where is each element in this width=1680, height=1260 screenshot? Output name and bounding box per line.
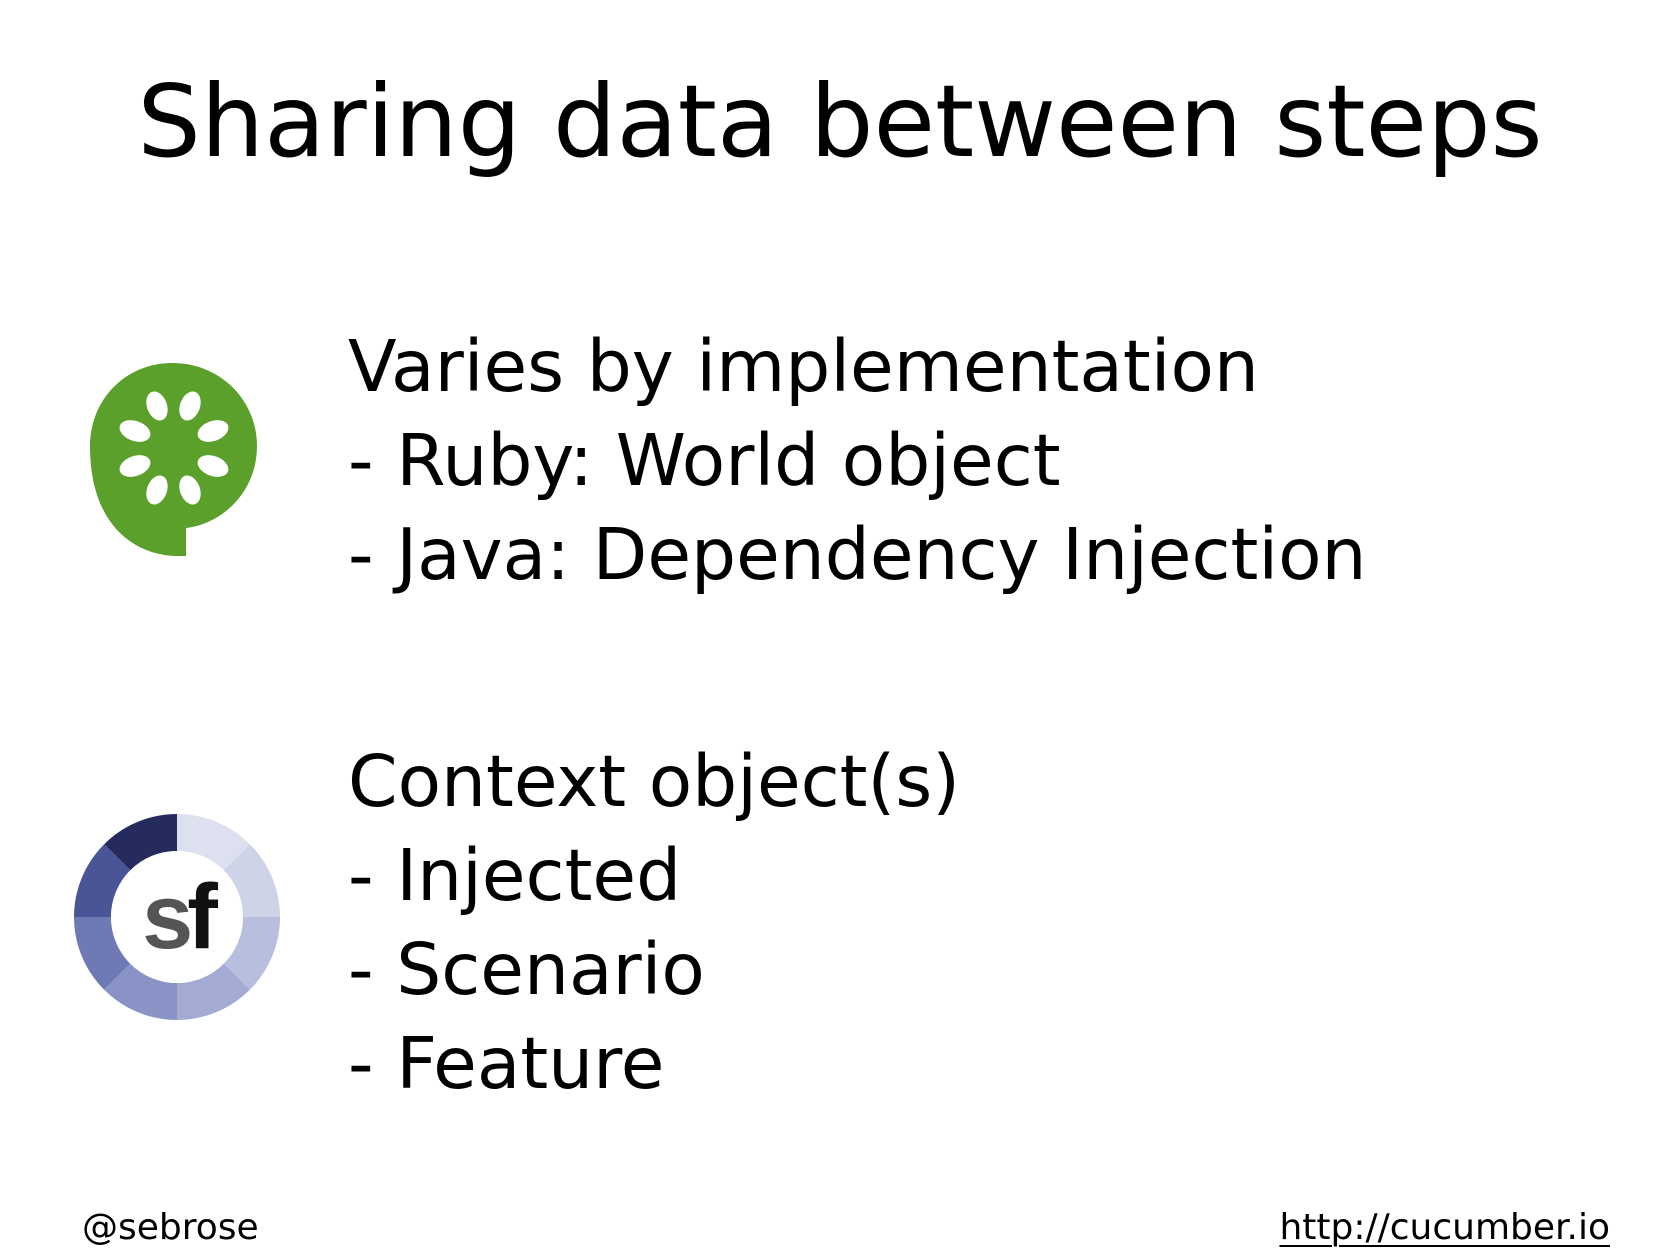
slide-title: Sharing data between steps xyxy=(137,63,1543,180)
slide: Sharing data between steps Varies by imp… xyxy=(0,0,1680,1260)
specflow-item-scenario: - Scenario xyxy=(348,928,705,1011)
cucumber-item-java: - Java: Dependency Injection xyxy=(348,513,1367,596)
specflow-item-injected: - Injected xyxy=(348,834,682,917)
cucumber-heading: Varies by implementation xyxy=(348,325,1259,408)
specflow-heading: Context object(s) xyxy=(348,740,960,823)
twitter-handle: @sebrose xyxy=(82,1207,259,1248)
specflow-item-feature: - Feature xyxy=(348,1022,665,1105)
cucumber-logo-icon xyxy=(85,358,260,558)
specflow-logo-text: sf xyxy=(142,866,218,968)
specflow-text-block: Context object(s) - Injected - Scenario … xyxy=(348,735,960,1111)
cucumber-link[interactable]: http://cucumber.io xyxy=(1279,1206,1610,1250)
cucumber-item-ruby: - Ruby: World object xyxy=(348,419,1061,502)
specflow-logo-icon: sf xyxy=(70,812,285,1022)
cucumber-text-block: Varies by implementation - Ruby: World o… xyxy=(348,320,1367,602)
